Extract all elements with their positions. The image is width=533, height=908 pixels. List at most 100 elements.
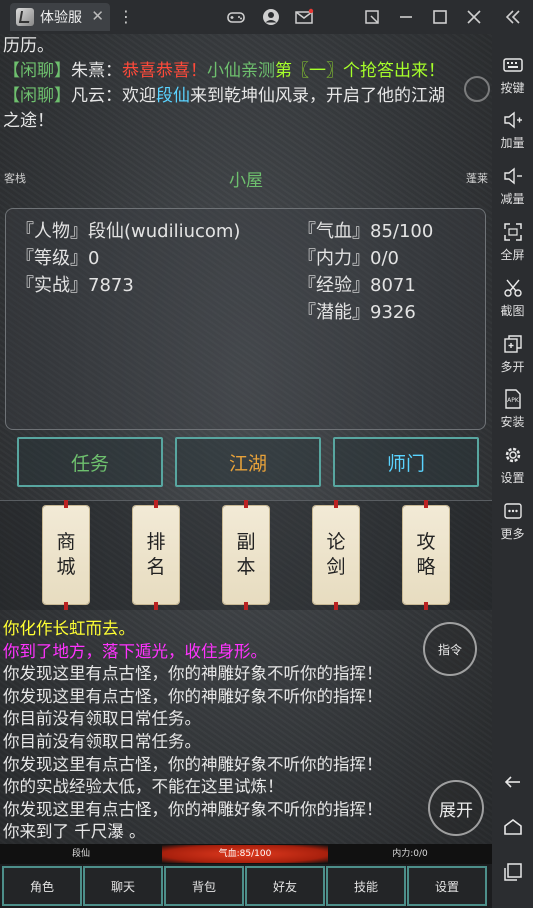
ranking-scroll-button[interactable]: 排名 [133,506,179,604]
collapse-icon[interactable] [503,7,523,27]
chat-text: 来到乾坤仙风录，开启了他的江湖 [190,86,445,106]
gear-icon [502,444,524,466]
room-right-tag[interactable]: 蓬莱 [466,170,488,186]
sidebar-keys[interactable]: 按键 [492,54,533,96]
sidebar-screenshot[interactable]: 截图 [492,277,533,319]
scroll-label: 攻 [416,531,436,553]
nav-chat[interactable]: 聊天 [83,866,163,906]
duel-scroll-button[interactable]: 论剑 [313,506,359,604]
log-line: 你目前没有领取日常任务。 [3,709,201,729]
sidebar-volume-up[interactable]: 加量 [492,109,533,151]
app-tab[interactable]: 体验服 ✕ [10,3,110,31]
keyboard-icon [502,54,524,76]
sidebar-label: 设置 [500,471,525,485]
scroll-label: 商 [56,531,76,553]
message-log: 你化作长虹而去。 你到了地方，落下遁光，收住身形。 你发现这里有点古怪，你的神雕… [0,618,492,844]
chat-text: 恭喜恭喜！ [122,61,207,81]
chat-text: 之途！ [3,111,54,131]
user-icon[interactable] [261,7,281,27]
tab-title: 体验服 [40,10,82,26]
home-icon[interactable] [492,816,533,843]
chat-bubble-icon[interactable] [464,76,490,102]
character-status-panel: 『人物』段仙(wudiliucom) 『等级』0 『实战』7873 『气血』85… [5,208,486,430]
chat-text: 小仙亲测 [207,61,275,81]
shimen-button[interactable]: 师门 [333,437,479,487]
nav-settings[interactable]: 设置 [407,866,487,906]
scroll-label: 本 [236,556,256,578]
chat-log: 历历。 【闲聊】朱熹：恭喜恭喜！小仙亲测第〖一〗个抢答出来！ 【闲聊】凡云：欢迎… [0,34,492,134]
sidebar-more[interactable]: 更多 [492,500,533,542]
jianghu-button[interactable]: 江湖 [175,437,321,487]
volume-up-icon [502,109,524,131]
pin-icon[interactable] [362,7,382,27]
chat-text: 第〖一〗个抢答出来！ [275,61,445,81]
sidebar-label: 截图 [500,304,525,318]
log-line: 你化作长虹而去。 [3,619,135,638]
log-line: 你的实战经验太低，不能在这里试炼！ [3,777,284,797]
sidebar-install[interactable]: APK 安装 [492,388,533,430]
chat-line: 之途！ [0,109,492,134]
app-icon [16,8,34,26]
log-line: 你目前没有领取日常任务。 [3,731,201,751]
fullscreen-icon [502,221,524,243]
recent-apps-icon[interactable] [492,860,533,887]
apk-icon: APK [502,388,524,410]
chat-channel: 【闲聊】 [3,86,71,106]
vitals-name: 段仙 [71,849,90,859]
sidebar-multi-open[interactable]: 多开 [492,333,533,375]
stat-person: 『人物』段仙(wudiliucom) [16,221,241,242]
nav-skills[interactable]: 技能 [326,866,406,906]
sidebar-settings[interactable]: 设置 [492,444,533,486]
window-titlebar: 体验服 ✕ ⋮ [0,0,533,34]
stat-potential: 『潜能』9326 [298,302,416,323]
scissors-icon [502,277,524,299]
log-line: 你发现这里有点古怪，你的神雕好象不听你的指挥！ [3,754,383,774]
nav-bag[interactable]: 背包 [164,866,244,906]
sidebar-label: 安装 [500,415,525,429]
player-name-link[interactable]: 段仙 [156,86,190,106]
sidebar-volume-down[interactable]: 减量 [492,165,533,207]
multi-open-icon [502,333,524,355]
tab-close-icon[interactable]: ✕ [91,7,104,25]
maximize-icon[interactable] [430,7,450,27]
back-icon[interactable] [492,772,533,799]
chat-channel: 【闲聊】 [3,61,71,81]
shop-scroll-button[interactable]: 商城 [43,506,89,604]
task-button[interactable]: 任务 [17,437,163,487]
bottom-nav: 角色 聊天 背包 好友 技能 设置 [0,864,492,908]
command-button[interactable]: 指令 [423,622,477,676]
dungeon-scroll-button[interactable]: 副本 [223,506,269,604]
log-line: 你发现这里有点古怪，你的神雕好象不听你的指挥！ [3,664,383,684]
game-view: 历历。 【闲聊】朱熹：恭喜恭喜！小仙亲测第〖一〗个抢答出来！ 【闲聊】凡云：欢迎… [0,34,492,908]
guide-scroll-button[interactable]: 攻略 [403,506,449,604]
sidebar-label: 全屏 [500,248,525,262]
vitals-mp: 内力:0/0 [392,849,428,859]
chat-speaker: 朱熹： [71,61,122,81]
expand-button[interactable]: 展开 [428,780,484,836]
sidebar-label: 多开 [500,360,525,374]
sidebar-label: 更多 [500,527,525,541]
scroll-label: 略 [416,556,436,578]
emulator-sidebar: 按键 加量 减量 全屏 截图 多开 APK 安装 设置 更多 [492,34,533,908]
room-header: 客栈 小屋 蓬莱 [0,166,492,191]
stat-level: 『等级』0 [16,248,100,269]
stat-exp: 『经验』8071 [298,275,416,296]
sidebar-fullscreen[interactable]: 全屏 [492,221,533,263]
gamepad-icon[interactable] [226,7,246,27]
stat-mp: 『内力』0/0 [298,248,399,269]
more-icon [502,500,524,522]
scroll-label: 城 [56,556,76,578]
sidebar-label: 加量 [500,136,525,150]
log-line: 你发现这里有点古怪，你的神雕好象不听你的指挥！ [3,799,383,819]
nav-character[interactable]: 角色 [2,866,82,906]
close-icon[interactable] [464,7,484,27]
sidebar-label: 按键 [500,81,525,95]
mail-icon[interactable] [294,7,314,27]
scroll-label: 剑 [326,556,346,578]
kebab-menu-icon[interactable]: ⋮ [116,7,136,27]
minimize-icon[interactable] [396,7,416,27]
nav-friends[interactable]: 好友 [245,866,325,906]
chat-line: 历历。 [0,34,492,59]
log-line: 你发现这里有点古怪，你的神雕好象不听你的指挥！ [3,686,383,706]
sidebar-label: 减量 [500,192,525,206]
